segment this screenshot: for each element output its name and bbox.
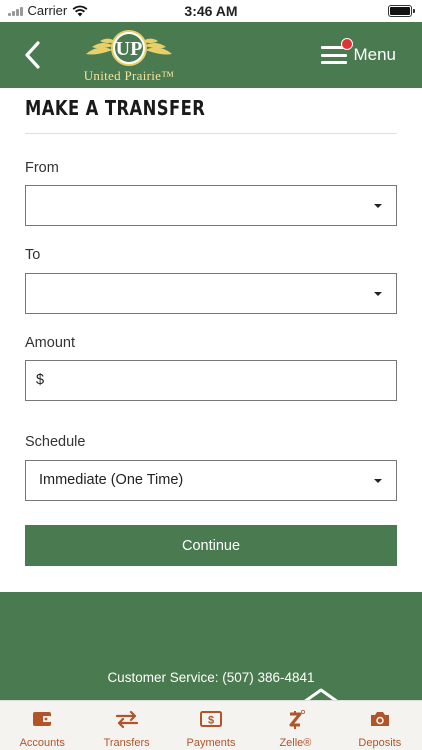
hamburger-icon <box>321 38 354 65</box>
menu-button[interactable]: Menu <box>321 38 396 71</box>
chevron-down-icon <box>374 292 382 296</box>
arrows-swap-icon <box>115 710 138 729</box>
to-label: To <box>25 247 41 263</box>
svg-text:$: $ <box>208 715 214 727</box>
page-title: MAKE A TRANSFER <box>25 96 206 120</box>
tab-transfers[interactable]: Transfers <box>84 701 168 750</box>
tab-payments[interactable]: $ Payments <box>169 701 253 750</box>
status-bar: Carrier 3:46 AM <box>0 0 422 22</box>
menu-label: Menu <box>353 45 396 64</box>
tab-deposits[interactable]: Deposits <box>338 701 422 750</box>
from-select[interactable] <box>25 185 397 226</box>
tab-label: Zelle® <box>279 737 312 749</box>
title-divider <box>25 133 397 134</box>
to-select[interactable] <box>25 273 397 314</box>
transfer-form: MAKE A TRANSFER From To Amount $ Schedul… <box>0 88 422 592</box>
schedule-label: Schedule <box>25 434 86 450</box>
bottom-tab-bar: Accounts Transfers $ Payments Zelle® Dep… <box>0 700 422 750</box>
zelle-icon <box>289 709 306 729</box>
amount-input[interactable] <box>48 361 388 400</box>
amount-field[interactable]: $ <box>25 360 397 401</box>
amount-label: Amount <box>25 335 75 351</box>
chevron-down-icon <box>374 479 382 483</box>
tab-zelle[interactable]: Zelle® <box>253 701 337 750</box>
chevron-down-icon <box>374 204 382 208</box>
back-button[interactable] <box>18 37 52 73</box>
notification-dot <box>341 38 354 50</box>
status-time: 3:46 AM <box>184 3 238 19</box>
schedule-select[interactable]: Immediate (One Time) <box>25 460 397 501</box>
footer: Customer Service: (507) 386-4841 <box>0 592 422 703</box>
from-label: From <box>25 160 59 176</box>
app-header: UP United Prairie™ Menu <box>0 22 422 88</box>
battery-fill <box>390 7 410 15</box>
tab-label: Accounts <box>19 737 65 749</box>
wallet-icon <box>33 712 52 726</box>
tab-accounts[interactable]: Accounts <box>0 701 84 750</box>
tab-label: Payments <box>186 737 236 749</box>
logo-emblem-icon: UP <box>86 30 172 66</box>
dollar-prefix: $ <box>36 372 45 388</box>
schedule-value: Immediate (One Time) <box>39 472 184 488</box>
customer-service-phone[interactable]: Customer Service: (507) 386-4841 <box>0 670 422 685</box>
logo-text: United Prairie™ <box>83 68 175 83</box>
continue-button[interactable]: Continue <box>25 525 397 566</box>
camera-icon <box>370 712 389 726</box>
united-prairie-logo[interactable]: UP United Prairie™ <box>78 28 180 84</box>
battery-icon <box>388 5 415 17</box>
tab-label: Transfers <box>103 737 150 749</box>
dollar-bill-icon: $ <box>200 711 223 727</box>
logo-monogram: UP <box>116 38 143 60</box>
tab-label: Deposits <box>358 737 402 749</box>
chevron-left-icon <box>25 41 40 69</box>
